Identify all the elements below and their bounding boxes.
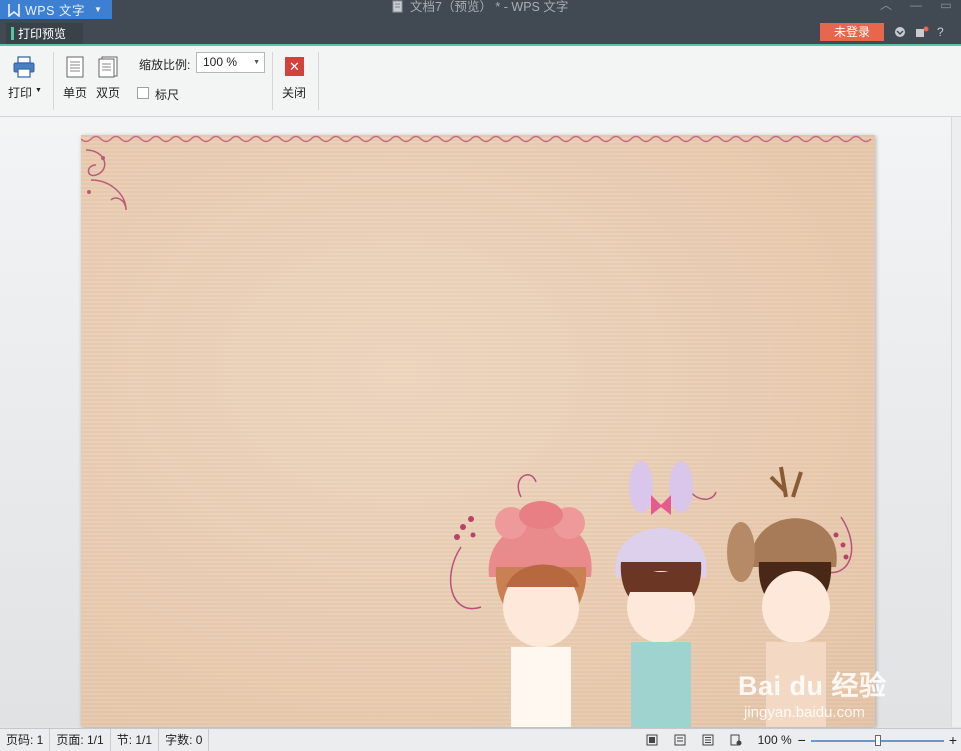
print-label: 打印 xyxy=(8,86,33,100)
ruler-checkbox[interactable] xyxy=(137,87,149,99)
double-page-icon xyxy=(98,56,118,78)
zoom-slider-thumb[interactable] xyxy=(874,734,881,746)
web-view-icon[interactable] xyxy=(730,734,742,746)
zoom-slider[interactable] xyxy=(810,734,944,746)
ribbon-separator xyxy=(272,52,273,110)
status-right-controls: 100 % − + xyxy=(646,729,961,751)
swirl-decoration xyxy=(85,149,127,211)
minimize-icon[interactable]: — xyxy=(901,0,931,20)
status-zoom-percent[interactable]: 100 % xyxy=(758,733,792,747)
chevron-down-icon: ▼ xyxy=(35,87,42,94)
login-button[interactable]: 未登录 xyxy=(820,23,884,41)
status-page-count[interactable]: 页面: 1/1 xyxy=(50,729,111,751)
collapse-ribbon-icon[interactable]: ︿ xyxy=(871,0,901,20)
print-button[interactable]: 打印 ▼ xyxy=(4,54,44,104)
chevron-down-icon: ▼ xyxy=(253,59,260,66)
outline-view-icon[interactable] xyxy=(702,734,714,746)
window-title-text: 文档7（预览） * - WPS 文字 xyxy=(410,0,569,14)
chevron-down-icon: ▼ xyxy=(93,5,102,14)
double-page-button[interactable]: 双页 xyxy=(93,54,123,104)
wps-logo-icon xyxy=(8,3,20,17)
window-controls: ︿ — ▭ xyxy=(871,0,961,20)
preview-page xyxy=(81,135,875,727)
app-menu-button[interactable]: WPS 文字 ▼ xyxy=(0,0,112,19)
maximize-icon[interactable]: ▭ xyxy=(931,0,961,20)
ribbon-separator xyxy=(53,52,54,110)
skin-icon[interactable] xyxy=(894,26,906,38)
ribbon: 打印 ▼ 单页 双页 缩放比例: 100 % ▼ 标尺 ✕ 关闭 xyxy=(0,46,961,117)
tab-label: 打印预览 xyxy=(18,27,67,41)
close-icon: ✕ xyxy=(285,57,304,76)
printer-icon xyxy=(13,56,35,78)
single-page-button[interactable]: 单页 xyxy=(60,54,90,104)
window-title: 文档7（预览） * - WPS 文字 xyxy=(392,0,568,20)
single-page-icon xyxy=(66,56,84,78)
status-page-code[interactable]: 页码: 1 xyxy=(0,729,51,751)
ruler-label: 标尺 xyxy=(155,88,180,102)
watermark-logo-text: Bai du 经验 xyxy=(738,671,887,701)
zoom-in-icon[interactable]: + xyxy=(949,732,957,748)
fullscreen-icon[interactable] xyxy=(646,734,658,746)
double-page-label: 双页 xyxy=(96,86,121,100)
tab-indicator xyxy=(11,27,14,40)
close-label: 关闭 xyxy=(282,86,307,100)
vertical-scrollbar[interactable] xyxy=(951,117,961,727)
ribbon-separator xyxy=(318,52,319,110)
tab-print-preview[interactable]: 打印预览 xyxy=(6,23,83,44)
help-icon[interactable]: ? xyxy=(937,25,944,39)
zoom-label: 缩放比例: xyxy=(139,58,191,72)
single-page-label: 单页 xyxy=(63,86,88,100)
top-right-tools: ? xyxy=(894,22,952,42)
page-view-icon[interactable] xyxy=(674,734,686,746)
document-icon xyxy=(392,0,403,13)
title-bar: WPS 文字 ▼ 文档7（预览） * - WPS 文字 ︿ — ▭ xyxy=(0,0,961,20)
close-preview-button[interactable]: ✕ 关闭 xyxy=(280,54,310,104)
watermark-url: jingyan.baidu.com xyxy=(744,704,865,721)
baidu-jingyan-watermark: Bai du 经验 jingyan.baidu.com xyxy=(738,664,918,726)
status-word-count[interactable]: 字数: 0 xyxy=(159,729,210,751)
tab-bar: 打印预览 xyxy=(0,20,961,44)
app-name: WPS 文字 xyxy=(25,4,85,18)
zoom-select-value: 100 % xyxy=(203,55,238,69)
girl-pink-hat xyxy=(488,501,592,727)
status-section[interactable]: 节: 1/1 xyxy=(111,729,160,751)
zoom-select[interactable]: 100 % ▼ xyxy=(196,52,265,73)
zoom-out-icon[interactable]: − xyxy=(798,732,806,748)
settings-icon[interactable] xyxy=(915,26,929,38)
lace-border-decoration xyxy=(81,135,872,143)
girl-bunny-hat xyxy=(615,461,707,727)
status-bar: 页码: 1 页面: 1/1 节: 1/1 字数: 0 100 % − + xyxy=(0,728,961,751)
